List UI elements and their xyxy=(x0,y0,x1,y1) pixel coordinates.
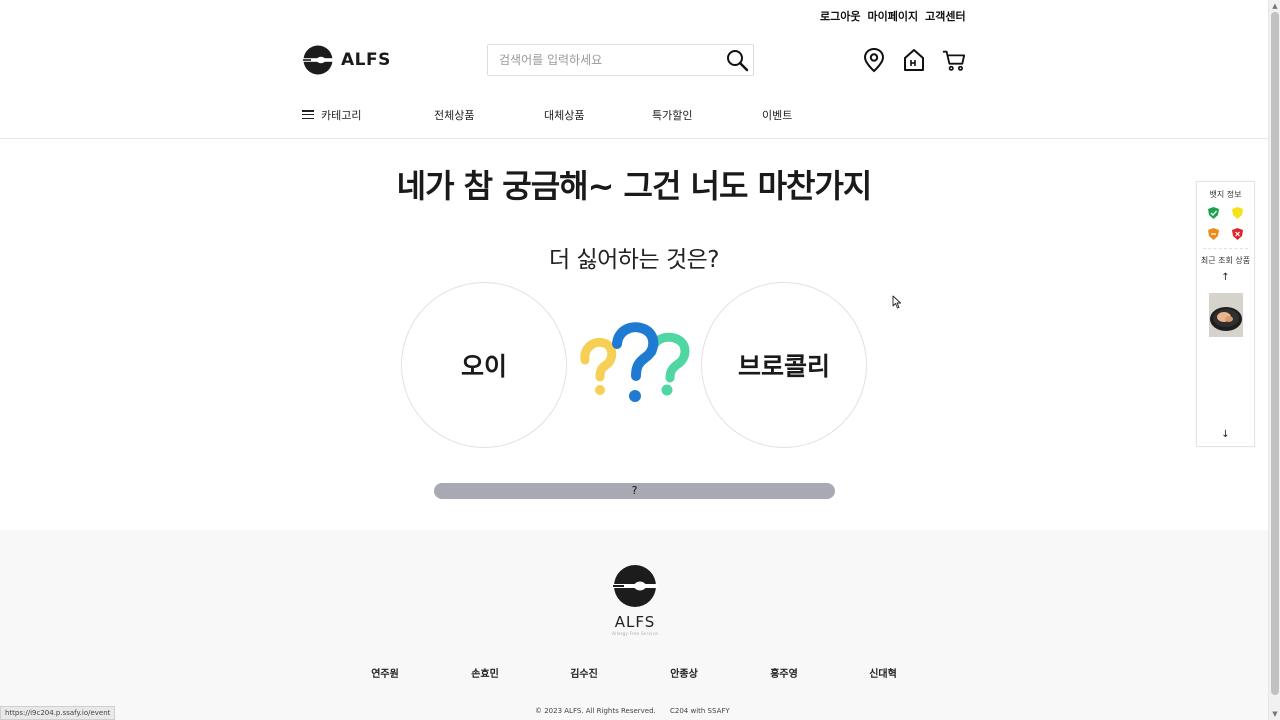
member-name: 손효민 xyxy=(471,669,499,680)
nav-all-products[interactable]: 전체상품 xyxy=(434,107,474,123)
cart-icon[interactable] xyxy=(942,47,966,73)
scroll-up-icon[interactable]: ▲ xyxy=(1269,0,1280,12)
nav-substitute-products[interactable]: 대체상품 xyxy=(544,107,584,123)
footer: ALFS Allergy Free Service 연주원 손효민 김수진 안종… xyxy=(0,530,1268,720)
hamburger-menu-icon[interactable] xyxy=(302,110,314,120)
badge-red-icon xyxy=(1232,228,1243,240)
footer-copyright-row: © 2023 ALFS. All Rights Reserved. C204 w… xyxy=(0,707,1268,717)
progress-label: ? xyxy=(631,484,638,497)
footer-logo: ALFS Allergy Free Service xyxy=(606,564,664,640)
logout-link[interactable]: 로그아웃 xyxy=(820,8,860,24)
recent-product-thumbnail[interactable] xyxy=(1209,293,1243,337)
option-right-label: 브로콜리 xyxy=(737,352,830,381)
home-icon[interactable] xyxy=(902,47,926,73)
vote-progress-bar: ? xyxy=(434,483,835,499)
location-pin-icon[interactable] xyxy=(862,47,886,73)
badge-green-icon xyxy=(1208,207,1219,219)
search-icon[interactable] xyxy=(725,48,749,72)
mouse-cursor-icon xyxy=(892,295,901,309)
pan-food-image xyxy=(1209,293,1243,337)
footer-logo-icon xyxy=(612,565,658,607)
vertical-scrollbar[interactable]: ▲ ▼ xyxy=(1268,0,1280,720)
nav-event[interactable]: 이벤트 xyxy=(762,107,792,123)
copyright-text: © 2023 ALFS. All Rights Reserved. xyxy=(535,707,656,715)
brand-logo[interactable]: ALFS xyxy=(302,45,391,75)
search-box xyxy=(487,44,754,76)
brand-logo-icon xyxy=(302,45,334,75)
nav-divider xyxy=(0,138,1268,139)
search-input[interactable] xyxy=(499,45,719,75)
question-marks-icon xyxy=(580,322,690,402)
utility-links: 로그아웃 마이페이지 고객센터 xyxy=(820,8,966,24)
option-left-label: 오이 xyxy=(460,352,507,381)
team-members: 연주원 손효민 김수진 안종상 홍주영 신대혁 xyxy=(0,665,1268,680)
nav-category[interactable]: 카테고리 xyxy=(321,107,361,123)
member-name: 연주원 xyxy=(371,669,399,680)
scroll-down-icon[interactable]: ▼ xyxy=(1269,708,1280,720)
status-url-tooltip: https://i9c204.p.ssafy.io/event xyxy=(0,706,116,720)
brand-name: ALFS xyxy=(341,50,391,70)
scrollbar-thumb[interactable] xyxy=(1271,12,1279,695)
option-right-button[interactable]: 브로콜리 xyxy=(701,282,867,448)
badge-yellow-icon xyxy=(1232,207,1243,219)
mypage-link[interactable]: 마이페이지 xyxy=(867,8,918,24)
customer-center-link[interactable]: 고객센터 xyxy=(925,8,965,24)
footer-brand-name: ALFS xyxy=(614,613,656,631)
nav-special-discount[interactable]: 특가할인 xyxy=(652,107,692,123)
member-name: 안종상 xyxy=(670,669,698,680)
recent-down-arrow[interactable]: ↓ xyxy=(1197,429,1254,440)
member-name: 김수진 xyxy=(570,669,598,680)
event-question: 더 싫어하는 것은? xyxy=(549,247,719,273)
recent-up-arrow[interactable]: ↑ xyxy=(1197,272,1254,283)
side-divider xyxy=(1203,248,1248,249)
event-title: 네가 참 궁금해~ 그건 너도 마찬가지 xyxy=(396,167,873,205)
side-panel: 뱃지 정보 최근 조회 상품 ↑ ↓ xyxy=(1196,181,1255,447)
option-left-button[interactable]: 오이 xyxy=(401,282,567,448)
badge-info-title: 뱃지 정보 xyxy=(1209,190,1242,199)
footer-brand-sub: Allergy Free Service xyxy=(612,631,658,636)
credit-text: C204 with SSAFY xyxy=(670,707,730,715)
member-name: 홍주영 xyxy=(770,669,798,680)
page: ▲ ▼ 로그아웃 마이페이지 고객센터 ALFS 검색어를 입력하세요 카테고리… xyxy=(0,0,1280,720)
recent-products-title: 최근 조회 상품 xyxy=(1200,256,1251,265)
badge-orange-icon xyxy=(1208,228,1219,240)
member-name: 신대혁 xyxy=(869,669,897,680)
